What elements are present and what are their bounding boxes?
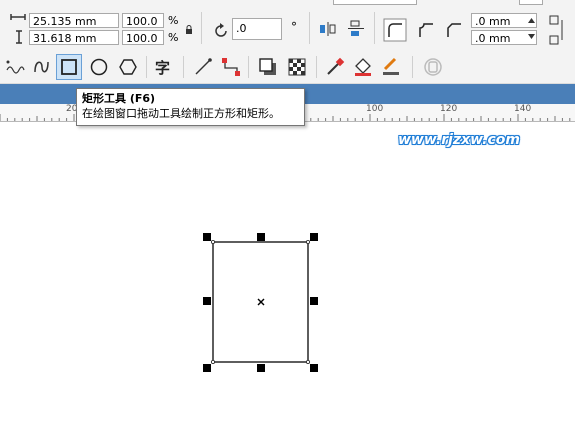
mirror-vertical-icon[interactable] <box>346 20 366 38</box>
ruler-label: 140 <box>514 104 532 114</box>
scale-x-input[interactable]: 100.0 <box>122 13 164 28</box>
ellipse-tool-icon[interactable] <box>88 56 110 78</box>
top-dropdown[interactable] <box>333 0 417 5</box>
separator <box>201 12 202 44</box>
separator <box>146 56 147 78</box>
mirror-horizontal-icon[interactable] <box>318 20 338 38</box>
selected-rectangle[interactable] <box>198 228 324 374</box>
scale-y-input[interactable]: 100.0 <box>122 30 164 45</box>
width-icon <box>10 14 26 20</box>
rotation-icon <box>215 23 227 37</box>
rectangle-tool-icon <box>61 59 77 75</box>
rectangle-tool-button[interactable] <box>56 54 82 80</box>
connector-icon[interactable] <box>192 56 214 78</box>
degree-icon: ° <box>291 20 297 34</box>
lock-ratio-icon[interactable] <box>185 25 193 35</box>
smart-drawing-icon[interactable] <box>30 56 52 78</box>
separator <box>316 56 317 78</box>
handle-top-right <box>310 233 318 241</box>
top-dropdown-right[interactable] <box>519 0 543 5</box>
spin-up-icon[interactable] <box>528 17 535 23</box>
handle-top-left <box>203 233 211 241</box>
separator <box>183 56 184 78</box>
handle-bottom-left <box>203 364 211 372</box>
separator <box>412 56 413 78</box>
rotation-input[interactable]: .0 <box>232 18 282 40</box>
freehand-icon[interactable] <box>4 56 26 78</box>
separator <box>309 12 310 44</box>
watermark-text: www.rjzxw.com <box>398 132 520 148</box>
polygon-tool-icon[interactable] <box>117 56 139 78</box>
handle-left <box>203 297 211 305</box>
toolbox: 字 <box>0 50 575 84</box>
height-input[interactable]: 31.618 mm <box>29 30 119 45</box>
center-marker-icon <box>257 298 265 306</box>
handle-top <box>257 233 265 241</box>
disabled-tool-icon <box>424 58 442 76</box>
percent-x-label: % <box>168 14 179 27</box>
handle-bottom <box>257 364 265 372</box>
ruler-label: 120 <box>440 104 458 114</box>
tooltip-title: 矩形工具 (F6) <box>82 92 156 105</box>
scalloped-corner-icon[interactable] <box>414 18 438 42</box>
round-corner-icon[interactable] <box>383 18 407 42</box>
width-input[interactable]: 25.135 mm <box>29 13 119 28</box>
percent-y-label: % <box>168 31 179 44</box>
ruler-label: 100 <box>366 104 384 114</box>
outline-pen-icon[interactable] <box>380 56 402 78</box>
height-icon <box>16 30 22 44</box>
separator <box>248 56 249 78</box>
dimension-icon[interactable] <box>220 56 242 78</box>
corner-link-icon[interactable] <box>548 14 568 46</box>
chamfered-corner-icon[interactable] <box>442 18 466 42</box>
handle-bottom-right <box>310 364 318 372</box>
drop-shadow-icon[interactable] <box>257 56 279 78</box>
separator <box>374 12 375 44</box>
text-tool-icon[interactable]: 字 <box>155 57 170 78</box>
rectangle-tool-tooltip: 矩形工具 (F6) 在绘图窗口拖动工具绘制正方形和矩形。 <box>76 88 305 126</box>
property-bar: 25.135 mm 31.618 mm 100.0 100.0 % % .0 ° <box>0 0 575 50</box>
handle-right <box>310 297 318 305</box>
tooltip-description: 在绘图窗口拖动工具绘制正方形和矩形。 <box>82 107 280 120</box>
spin-down-icon[interactable] <box>528 34 535 40</box>
transparency-icon[interactable] <box>286 56 308 78</box>
eyedropper-icon[interactable] <box>324 56 346 78</box>
fill-icon[interactable] <box>352 56 374 78</box>
